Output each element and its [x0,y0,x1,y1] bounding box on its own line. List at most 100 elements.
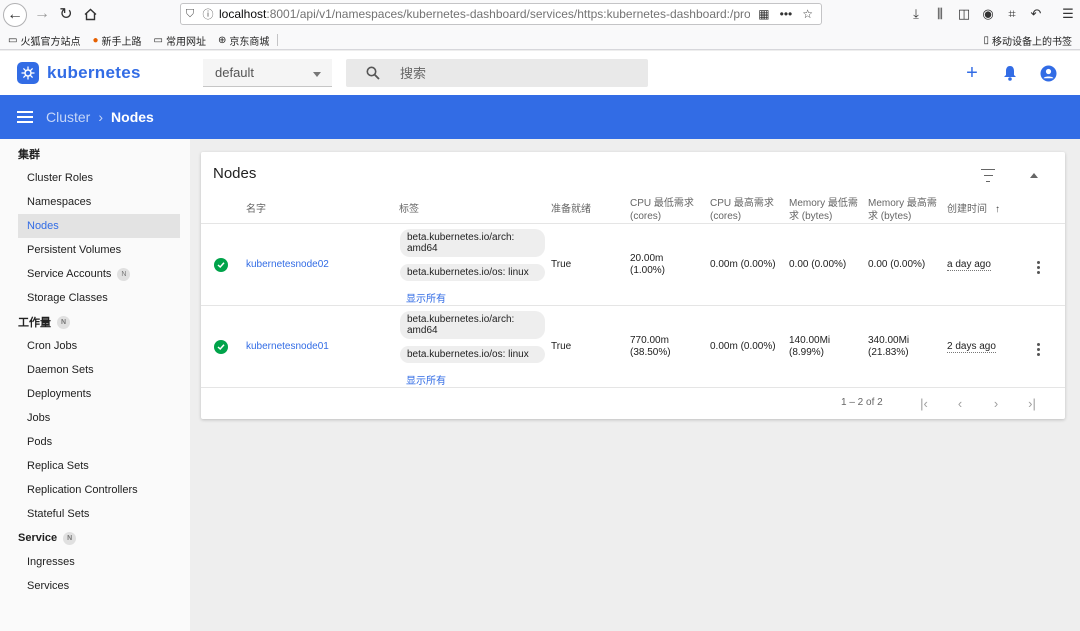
undo-icon[interactable]: ↶ [1024,4,1048,24]
show-all-labels-link[interactable]: 显示所有 [406,372,446,387]
url-text[interactable]: localhost:8001/api/v1/namespaces/kuberne… [217,7,750,21]
column-ready[interactable]: 准备就绪 [551,203,591,216]
qr-code-icon[interactable]: ▦ [758,7,769,21]
more-vert-icon[interactable] [1037,341,1041,358]
sidebar-item-pods[interactable]: Pods [0,430,190,454]
sidebar-section-cluster[interactable]: 集群 [0,142,190,166]
ready-value: True [551,341,572,352]
label-chip: beta.kubernetes.io/os: linux [400,346,545,363]
label-chip: beta.kubernetes.io/arch: amd64 [400,311,545,339]
value-line: 20.00m [630,253,664,264]
column-memory-limits[interactable]: Memory 最高需求 (bytes) [868,197,937,223]
previous-page-button[interactable]: ‹ [951,394,969,412]
more-vert-icon[interactable] [1037,259,1041,276]
column-label: CPU 最高需求 [710,198,774,209]
sidebar-item-nodes[interactable]: Nodes [18,214,180,238]
collapse-button[interactable] [1025,166,1043,184]
sidebar-item-replication-controllers[interactable]: Replication Controllers [0,478,190,502]
home-button[interactable] [79,3,101,25]
cpu-limits-value: 0.00m (0.00%) [710,341,776,352]
user-button[interactable] [1036,61,1060,85]
column-cpu-requests[interactable]: CPU 最低需求 (cores) [630,197,694,223]
sidebar-toggle-icon[interactable]: ◫ [952,4,976,24]
menu-icon[interactable]: ☰ [1056,4,1080,24]
sidebar-item-daemon-sets[interactable]: Daemon Sets [0,358,190,382]
last-page-icon: ›| [1028,395,1036,411]
node-name-link[interactable]: kubernetesnode02 [246,259,329,271]
bookmark-star-icon[interactable]: ☆ [802,7,813,21]
created-value: 2 days ago [947,341,996,353]
table-row: kubernetesnode02 beta.kubernetes.io/arch… [201,224,1065,306]
bookmark-item[interactable]: ⊕ 京东商城 [218,33,269,48]
bookmark-item[interactable]: ▭ 火狐官方站点 [8,33,80,48]
search-icon [346,66,400,80]
check-circle-icon [214,340,228,354]
mobile-bookmarks[interactable]: ▯ 移动设备上的书签 [983,33,1072,48]
cpu-requests-value: 20.00m (1.00%) [630,253,665,277]
sidebar-section-workloads[interactable]: 工作量 N [0,310,190,334]
sidebar-item-jobs[interactable]: Jobs [0,406,190,430]
column-memory-requests[interactable]: Memory 最低需求 (bytes) [789,197,858,223]
download-icon[interactable]: ⤓ [904,4,928,24]
sidebar-item-label: Replication Controllers [27,484,138,496]
bookmark-item[interactable]: ● 新手上路 [92,33,141,48]
card-tools [979,166,1043,184]
sidebar-item-persistent-volumes[interactable]: Persistent Volumes [0,238,190,262]
url-bar[interactable]: ⛉ ⓘ localhost:8001/api/v1/namespaces/kub… [180,3,822,25]
more-actions-icon[interactable]: ••• [780,7,793,21]
label-chip: beta.kubernetes.io/os: linux [400,264,545,281]
sidebar-item-cron-jobs[interactable]: Cron Jobs [0,334,190,358]
breadcrumb-toolbar: Cluster › Nodes [0,95,1080,139]
arrow-right-icon: → [34,5,50,22]
reload-button[interactable]: ↻ [55,3,77,25]
sidebar-item-label: Storage Classes [27,292,108,304]
bookmark-item[interactable]: ▭ 常用网址 [154,33,206,48]
sidebar-item-stateful-sets[interactable]: Stateful Sets [0,502,190,526]
create-button[interactable]: + [960,61,984,85]
library-icon[interactable]: ⫼ [928,4,952,24]
sidebar-item-cluster-roles[interactable]: Cluster Roles [0,166,190,190]
value-line: 0.00 (0.00%) [868,259,926,270]
last-page-button[interactable]: ›| [1023,394,1041,412]
node-name-link[interactable]: kubernetesnode01 [246,341,329,353]
account-icon[interactable]: ◉ [976,4,1000,24]
column-created[interactable]: 创建时间 ↑ [947,203,1000,216]
bell-icon [1004,66,1016,81]
search-input[interactable] [400,65,620,81]
breadcrumb-cluster[interactable]: Cluster [46,109,90,125]
show-all-labels-link[interactable]: 显示所有 [406,290,446,305]
sidebar-item-label: Deployments [27,388,92,400]
sidebar-item-label: Namespaces [27,196,92,208]
sidebar-item-label: Jobs [27,412,51,424]
search-bar[interactable] [346,59,648,87]
kubernetes-logo[interactable]: kubernetes [17,62,141,84]
sidebar-item-replica-sets[interactable]: Replica Sets [0,454,190,478]
sidebar-section-service[interactable]: Service N [0,526,190,550]
sidebar-item-storage-classes[interactable]: Storage Classes [0,286,190,310]
next-page-button[interactable]: › [987,394,1005,412]
filter-icon[interactable] [979,166,997,184]
namespace-select[interactable]: default [203,59,332,87]
sidebar-item-label: Service Accounts [27,268,112,280]
column-label: 求 (bytes) [789,211,833,222]
crop-icon[interactable]: ⌗ [1000,4,1024,24]
sidebar-item-deployments[interactable]: Deployments [0,382,190,406]
notifications-button[interactable] [998,61,1022,85]
column-cpu-limits[interactable]: CPU 最高需求 (cores) [710,197,774,223]
sidebar-item-service-accounts[interactable]: Service Accounts N [0,262,190,286]
memory-limits-value: 340.00Mi (21.83%) [868,335,909,359]
column-name[interactable]: 名字 [246,203,266,216]
sidebar-item-namespaces[interactable]: Namespaces [0,190,190,214]
menu-toggle-icon[interactable] [17,108,33,126]
check-circle-icon [214,258,228,272]
sidebar-item-services[interactable]: Services [0,574,190,598]
value-line: 0.00 (0.00%) [789,259,847,270]
value-line: (8.99%) [789,347,825,358]
mobile-device-icon: ▯ [983,35,989,46]
forward-button[interactable]: → [31,3,53,25]
first-page-button[interactable]: |‹ [915,394,933,412]
sidebar-item-label: Ingresses [27,556,75,568]
sidebar-item-ingresses[interactable]: Ingresses [0,550,190,574]
chevron-down-icon [313,72,321,77]
back-button[interactable]: ← [3,3,27,27]
